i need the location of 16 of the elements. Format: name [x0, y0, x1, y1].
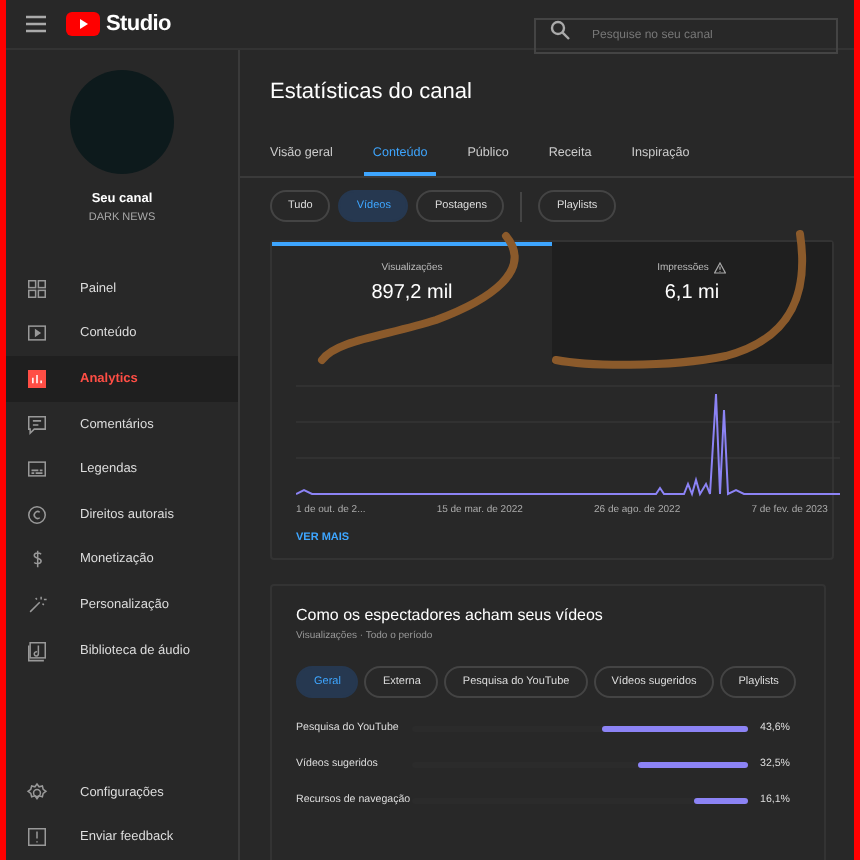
search-icon	[550, 20, 570, 40]
content-icon	[26, 322, 48, 345]
card-title: Como os espectadores acham seus vídeos	[296, 606, 605, 624]
comments-icon	[26, 413, 48, 436]
logo-text: Studio	[106, 12, 171, 36]
menu-icon[interactable]	[26, 14, 46, 34]
wand-icon	[26, 593, 48, 616]
audio-icon	[26, 639, 48, 662]
settings-icon	[26, 781, 48, 804]
dashboard-icon	[26, 277, 48, 300]
page-title: Estatísticas do canal	[270, 80, 474, 108]
copyright-icon	[26, 503, 48, 526]
analytics-icon	[26, 367, 48, 390]
subtitles-icon	[26, 458, 48, 481]
play-logo-icon[interactable]	[66, 12, 100, 36]
feedback-icon	[26, 826, 48, 849]
